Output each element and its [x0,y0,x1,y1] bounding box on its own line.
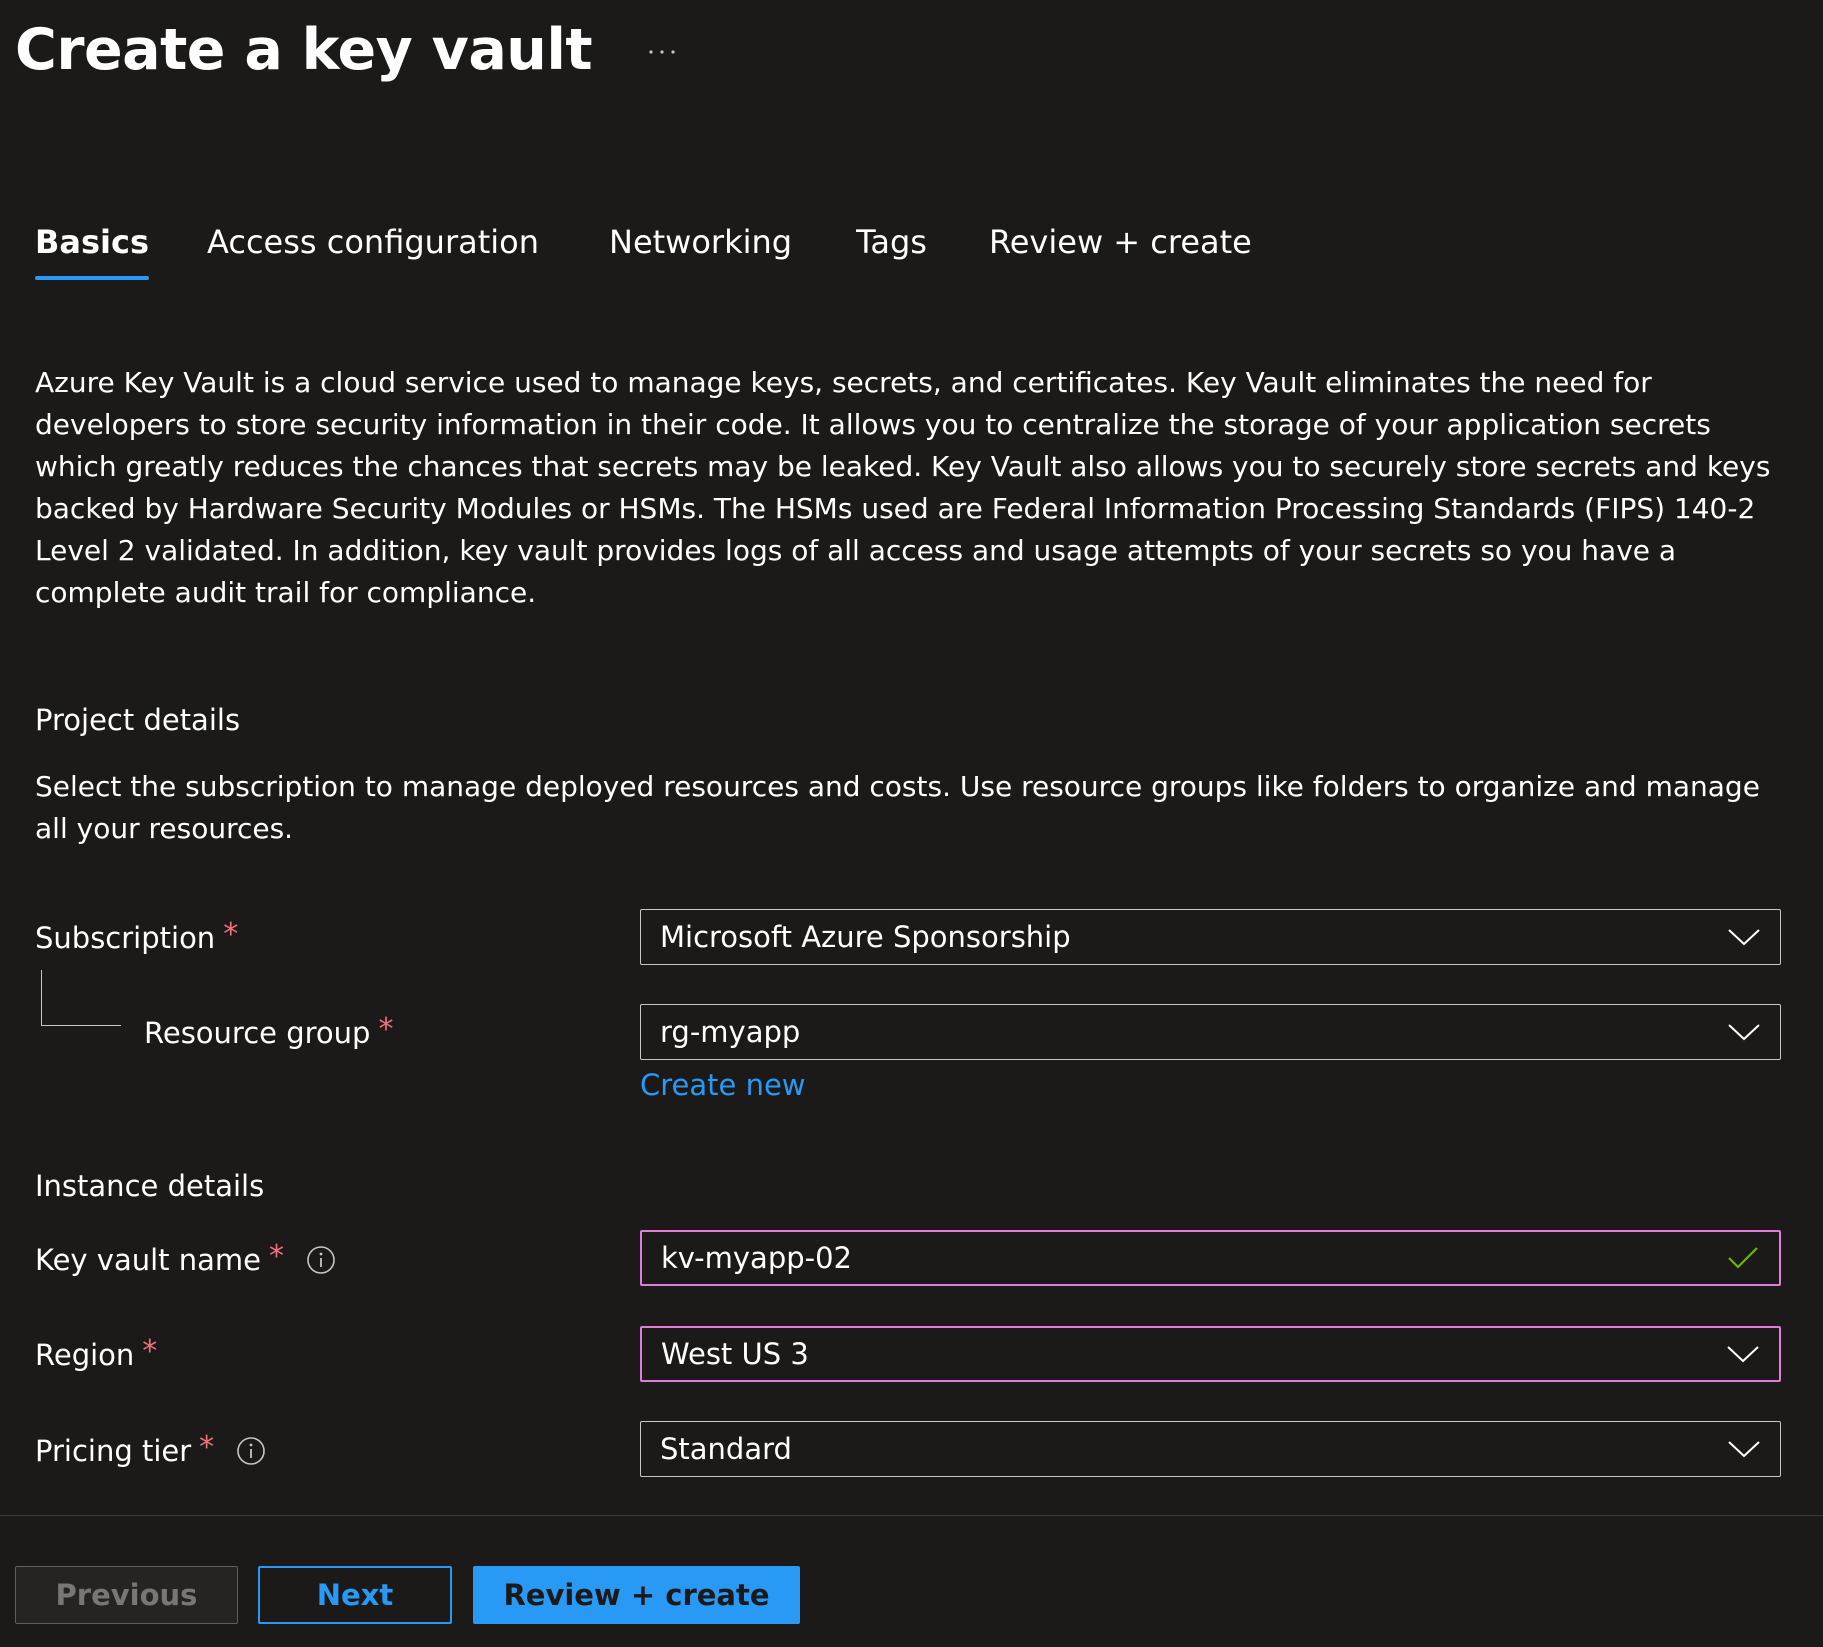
next-button[interactable]: Next [258,1566,452,1624]
key-vault-name-label: Key vault name * [35,1240,336,1280]
page-header: Create a key vault [15,12,684,88]
create-new-resource-group-link[interactable]: Create new [640,1065,806,1105]
tab-basics[interactable]: Basics [35,218,150,280]
info-icon[interactable] [236,1436,266,1466]
pricing-tier-value: Standard [660,1432,792,1466]
tab-access-configuration[interactable]: Access configuration [207,218,539,280]
tab-tags[interactable]: Tags [856,218,927,280]
project-details-description: Select the subscription to manage deploy… [35,770,1760,845]
resource-group-value: rg-myapp [660,1015,801,1049]
subscription-dropdown[interactable]: Microsoft Azure Sponsorship [640,909,1781,965]
chevron-down-icon [1722,1010,1766,1054]
pricing-tier-dropdown[interactable]: Standard [640,1421,1781,1477]
tab-networking[interactable]: Networking [609,218,792,280]
region-label-text: Region [35,1338,135,1372]
instance-details-heading: Instance details [35,1169,265,1203]
pricing-tier-label: Pricing tier * [35,1431,266,1471]
key-vault-name-input[interactable]: kv-myapp-02 [640,1230,1781,1286]
subscription-value: Microsoft Azure Sponsorship [660,920,1071,954]
subscription-label: Subscription * [35,918,238,958]
checkmark-icon [1721,1236,1765,1280]
resource-group-label: Resource group * [144,1013,393,1053]
required-asterisk: * [378,1012,394,1047]
footer-divider [0,1515,1823,1516]
tab-bar: Basics Access configuration Networking T… [35,218,1252,280]
chevron-down-icon [1722,1427,1766,1471]
required-asterisk: * [223,917,239,952]
tree-connector-line [41,970,121,1026]
previous-button[interactable]: Previous [15,1566,238,1624]
required-asterisk: * [142,1334,158,1369]
more-options-button[interactable] [640,30,684,74]
project-details-heading: Project details [35,703,241,737]
page-title: Create a key vault [15,17,593,83]
pricing-tier-label-text: Pricing tier [35,1434,192,1468]
required-asterisk: * [269,1239,284,1274]
chevron-down-icon [1722,915,1766,959]
required-asterisk: * [199,1430,215,1465]
key-vault-name-label-text: Key vault name [35,1243,261,1277]
region-dropdown[interactable]: West US 3 [640,1326,1781,1382]
intro-description: Azure Key Vault is a cloud service used … [35,366,1771,609]
tab-review-create[interactable]: Review + create [989,218,1252,280]
ellipsis-icon [649,50,675,54]
region-label: Region * [35,1335,157,1375]
key-vault-name-value: kv-myapp-02 [661,1241,853,1275]
chevron-down-icon [1721,1332,1765,1376]
resource-group-dropdown[interactable]: rg-myapp [640,1004,1781,1060]
resource-group-label-text: Resource group [144,1016,371,1050]
region-value: West US 3 [661,1337,809,1371]
subscription-label-text: Subscription [35,921,216,955]
review-create-button[interactable]: Review + create [473,1566,800,1624]
info-icon[interactable] [306,1245,336,1275]
